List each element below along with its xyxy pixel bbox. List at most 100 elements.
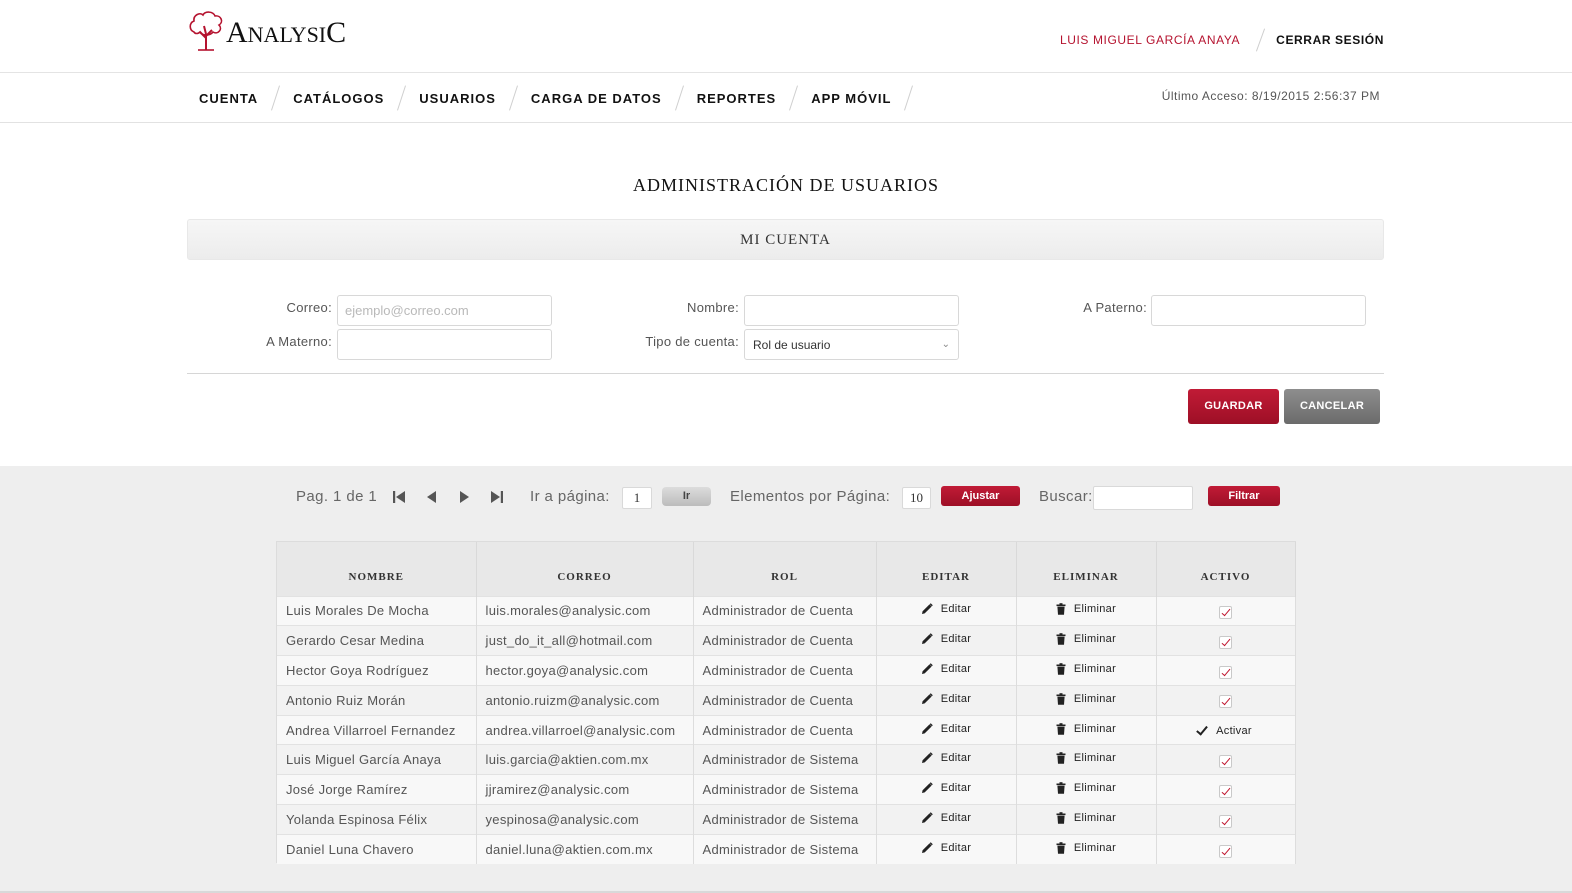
nav-item-reportes[interactable]: REPORTES xyxy=(697,91,777,106)
pencil-icon xyxy=(921,752,933,764)
edit-button[interactable]: Editar xyxy=(921,782,972,794)
delete-button[interactable]: Eliminar xyxy=(1056,693,1116,705)
amaterno-input[interactable] xyxy=(337,329,552,360)
column-header-correo[interactable]: CORREO xyxy=(476,542,694,596)
trash-icon xyxy=(1056,842,1066,854)
goto-page-button[interactable]: Ir xyxy=(662,487,711,506)
cell-nombre: Antonio Ruiz Morán xyxy=(277,684,477,716)
table-row: Luis Miguel García Anaya luis.garcia@akti… xyxy=(277,744,1296,775)
table-header-row: NOMBRE CORREO ROL EDITAR ELIMINAR ACTIVO xyxy=(277,542,1296,596)
edit-button[interactable]: Editar xyxy=(921,752,972,764)
user-area: LUIS MIGUEL GARCÍA ANAYA CERRAR SESIÓN xyxy=(1060,28,1384,52)
active-checkbox[interactable] xyxy=(1219,635,1232,649)
tipo-cuenta-value: Rol de usuario xyxy=(753,337,831,352)
search-input[interactable] xyxy=(1093,486,1193,510)
nav-item-catalogos[interactable]: CATÁLOGOS xyxy=(293,91,384,106)
pager: Pag. 1 de 1 Ir a página: Elementos por P… xyxy=(0,485,1572,509)
logo[interactable]: ANALYSIC xyxy=(188,8,346,54)
logout-link[interactable]: CERRAR SESIÓN xyxy=(1276,33,1384,47)
cell-eliminar: Eliminar xyxy=(1016,655,1157,686)
active-checkbox[interactable] xyxy=(1219,695,1232,709)
nombre-input[interactable] xyxy=(744,295,959,326)
active-checkbox[interactable] xyxy=(1219,784,1232,798)
cancel-button[interactable]: CANCELAR xyxy=(1284,389,1380,424)
cell-rol: Administrador de Cuenta xyxy=(693,684,877,716)
active-checkbox[interactable] xyxy=(1219,844,1232,858)
cell-correo: luis.morales@analysic.com xyxy=(476,595,694,626)
delete-button[interactable]: Eliminar xyxy=(1056,603,1116,615)
active-checkbox[interactable] xyxy=(1219,814,1232,828)
apaterno-input[interactable] xyxy=(1151,295,1366,326)
user-name-link[interactable]: LUIS MIGUEL GARCÍA ANAYA xyxy=(1060,33,1240,47)
trash-icon xyxy=(1056,812,1066,824)
active-checkbox[interactable] xyxy=(1219,754,1232,768)
first-page-icon[interactable] xyxy=(391,489,407,505)
cell-rol: Administrador de Cuenta xyxy=(693,595,877,626)
delete-button[interactable]: Eliminar xyxy=(1056,663,1116,675)
cell-nombre: Hector Goya Rodríguez xyxy=(277,655,477,686)
tipo-cuenta-select[interactable]: Rol de usuario ⌄ xyxy=(744,329,959,360)
column-header-eliminar: ELIMINAR xyxy=(1016,542,1157,596)
header: ANALYSIC LUIS MIGUEL GARCÍA ANAYA CERRAR… xyxy=(0,0,1572,73)
edit-button[interactable]: Editar xyxy=(921,693,972,705)
nav-item-cuenta[interactable]: CUENTA xyxy=(199,91,258,106)
chevron-down-icon: ⌄ xyxy=(941,339,950,350)
adjust-button[interactable]: Ajustar xyxy=(941,486,1020,506)
nav-item-usuarios[interactable]: USUARIOS xyxy=(419,91,496,106)
correo-input[interactable] xyxy=(337,295,552,326)
last-page-icon[interactable] xyxy=(489,489,505,505)
goto-page-input[interactable] xyxy=(622,487,652,509)
delete-button[interactable]: Eliminar xyxy=(1056,723,1116,735)
save-button[interactable]: GUARDAR xyxy=(1188,389,1279,424)
edit-button[interactable]: Editar xyxy=(921,812,972,824)
logo-text: ANALYSIC xyxy=(226,16,347,49)
activate-button[interactable]: Activar xyxy=(1196,722,1252,737)
cell-rol: Administrador de Sistema xyxy=(693,774,877,805)
next-page-icon[interactable] xyxy=(456,489,472,505)
delete-label: Eliminar xyxy=(1073,811,1117,824)
per-page-input[interactable] xyxy=(902,487,931,509)
prev-page-icon[interactable] xyxy=(424,489,440,505)
delete-button[interactable]: Eliminar xyxy=(1056,752,1116,764)
cell-editar: Editar xyxy=(876,744,1017,775)
cell-editar: Editar xyxy=(876,655,1017,686)
edit-label: Editar xyxy=(940,603,972,616)
edit-button[interactable]: Editar xyxy=(921,723,972,735)
delete-button[interactable]: Eliminar xyxy=(1056,782,1116,794)
edit-button[interactable]: Editar xyxy=(921,603,972,615)
filter-button[interactable]: Filtrar xyxy=(1208,486,1280,506)
edit-button[interactable]: Editar xyxy=(921,842,972,854)
active-checkbox[interactable] xyxy=(1219,665,1232,679)
cell-eliminar: Eliminar xyxy=(1016,684,1157,716)
delete-label: Eliminar xyxy=(1073,782,1117,795)
cell-editar: Editar xyxy=(876,595,1017,626)
edit-button[interactable]: Editar xyxy=(921,663,972,675)
trash-icon xyxy=(1056,633,1066,645)
correo-label: Correo: xyxy=(286,300,332,315)
delete-button[interactable]: Eliminar xyxy=(1056,812,1116,824)
cell-correo: yespinosa@analysic.com xyxy=(476,804,694,835)
edit-label: Editar xyxy=(940,722,972,735)
cell-activo xyxy=(1156,684,1296,716)
cell-activo xyxy=(1156,833,1296,865)
cell-rol: Administrador de Cuenta xyxy=(693,714,877,745)
cell-editar: Editar xyxy=(876,774,1017,805)
column-header-nombre[interactable]: NOMBRE xyxy=(277,542,477,596)
cell-rol: Administrador de Cuenta xyxy=(693,625,877,656)
nav-item-carga-de-datos[interactable]: CARGA DE DATOS xyxy=(531,91,662,106)
nombre-label: Nombre: xyxy=(687,300,739,315)
delete-button[interactable]: Eliminar xyxy=(1056,842,1116,854)
per-page-label: Elementos por Página: xyxy=(730,488,891,505)
nav-item-app-movil[interactable]: APP MÓVIL xyxy=(811,91,891,106)
delete-button[interactable]: Eliminar xyxy=(1056,633,1116,645)
active-checkbox[interactable] xyxy=(1219,605,1232,619)
cell-nombre: Daniel Luna Chavero xyxy=(277,833,477,865)
column-header-rol[interactable]: ROL xyxy=(693,542,877,596)
cell-activo: Activar xyxy=(1156,714,1296,745)
edit-button[interactable]: Editar xyxy=(921,633,972,645)
cell-rol: Administrador de Sistema xyxy=(693,804,877,835)
pencil-icon xyxy=(921,603,933,615)
cell-rol: Administrador de Sistema xyxy=(693,833,877,865)
apaterno-label: A Paterno: xyxy=(1083,300,1147,315)
cell-editar: Editar xyxy=(876,833,1017,865)
